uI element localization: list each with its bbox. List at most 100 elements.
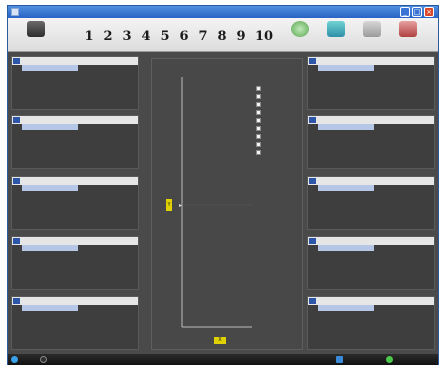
column-set: [398, 58, 414, 64]
cursor-marker: ▸: [179, 202, 183, 209]
legend-item-5[interactable]: [256, 117, 302, 124]
column-state: [414, 58, 434, 64]
legend-checkbox[interactable]: [256, 118, 261, 123]
connect-button[interactable]: [16, 20, 56, 50]
station-tab-7[interactable]: 7: [194, 26, 212, 48]
legend-checkbox[interactable]: [256, 126, 261, 131]
column-temp: [376, 178, 398, 184]
panel-row[interactable]: [22, 65, 78, 71]
column-temp: [80, 117, 102, 123]
station-panel-right-4[interactable]: [307, 236, 435, 290]
panel-row[interactable]: [318, 65, 374, 71]
column-set: [398, 117, 414, 123]
chart-button[interactable]: [318, 20, 354, 50]
panel-header: [308, 177, 434, 185]
panel-row[interactable]: [22, 305, 78, 311]
legend-checkbox[interactable]: [256, 94, 261, 99]
station-tab-2[interactable]: 2: [99, 26, 117, 48]
column-set: [398, 298, 414, 304]
start-label: [282, 39, 318, 45]
column-set: [398, 238, 414, 244]
toolbar: 1 2 3 4 5 6 7 8 9 10: [8, 18, 438, 52]
panel-header: [12, 177, 138, 185]
station-tabs: 1 2 3 4 5 6 7 8 9 10: [80, 26, 278, 48]
column-temp: [80, 58, 102, 64]
start-button[interactable]: [282, 20, 318, 50]
panel-number: [309, 178, 316, 184]
station-panel-left-2[interactable]: [11, 115, 139, 169]
station-tab-10[interactable]: 10: [252, 26, 276, 48]
panel-row[interactable]: [22, 185, 78, 191]
station-panel-right-3[interactable]: [307, 176, 435, 230]
station-tab-4[interactable]: 4: [137, 26, 155, 48]
panel-number: [13, 117, 20, 123]
legend-checkbox[interactable]: [256, 86, 261, 91]
station-panel-left-3[interactable]: [11, 176, 139, 230]
legend-item-7[interactable]: [256, 133, 302, 140]
panel-row[interactable]: [318, 245, 374, 251]
title-bar[interactable]: _ □ ×: [8, 6, 438, 18]
panel-row[interactable]: [22, 124, 78, 130]
legend-item-3[interactable]: [256, 101, 302, 108]
legend-item-6[interactable]: [256, 125, 302, 132]
exit-button[interactable]: [390, 20, 426, 50]
legend-item-8[interactable]: [256, 141, 302, 148]
column-set: [102, 178, 118, 184]
station-tab-5[interactable]: 5: [156, 26, 174, 48]
column-set: [102, 117, 118, 123]
chart-area[interactable]: ▸ Y X: [151, 58, 303, 350]
station-tab-9[interactable]: 9: [232, 26, 250, 48]
station-tab-6[interactable]: 6: [175, 26, 193, 48]
status-bar: [8, 354, 438, 365]
connector-icon: [27, 21, 45, 37]
indicator-a-icon: [336, 356, 343, 363]
panel-number: [13, 178, 20, 184]
station-panel-left-5[interactable]: [11, 296, 139, 350]
station-panel-right-5[interactable]: [307, 296, 435, 350]
column-state: [118, 178, 138, 184]
station-panel-left-1[interactable]: [11, 56, 139, 110]
legend-checkbox[interactable]: [256, 110, 261, 115]
panel-row[interactable]: [22, 245, 78, 251]
panel-row[interactable]: [318, 124, 374, 130]
column-set: [102, 298, 118, 304]
connection-icon: [40, 356, 47, 363]
column-name: [24, 58, 78, 64]
legend-checkbox[interactable]: [256, 134, 261, 139]
column-state: [118, 298, 138, 304]
legend-checkbox[interactable]: [256, 102, 261, 107]
legend-checkbox[interactable]: [256, 150, 261, 155]
station-panel-left-4[interactable]: [11, 236, 139, 290]
column-set: [102, 58, 118, 64]
column-name: [24, 238, 78, 244]
panel-number: [13, 238, 20, 244]
legend-item-2[interactable]: [256, 93, 302, 100]
maximize-button[interactable]: □: [412, 7, 422, 17]
column-temp: [376, 298, 398, 304]
legend-item-9[interactable]: [256, 149, 302, 156]
station-panel-right-2[interactable]: [307, 115, 435, 169]
setup-button[interactable]: [354, 20, 390, 50]
column-name: [320, 58, 374, 64]
panel-header: [308, 116, 434, 124]
minimize-button[interactable]: _: [400, 7, 410, 17]
globe-icon[interactable]: [11, 356, 18, 363]
panel-row[interactable]: [318, 305, 374, 311]
station-tab-3[interactable]: 3: [118, 26, 136, 48]
station-tab-1[interactable]: 1: [80, 26, 98, 48]
panel-header: [308, 237, 434, 245]
start-icon: [291, 21, 309, 37]
legend-item-1[interactable]: [256, 85, 302, 92]
column-name: [320, 238, 374, 244]
legend-checkbox[interactable]: [256, 142, 261, 147]
station-tab-8[interactable]: 8: [213, 26, 231, 48]
close-button[interactable]: ×: [424, 7, 434, 17]
panel-row[interactable]: [318, 185, 374, 191]
panel-header: [308, 57, 434, 65]
station-panel-right-1[interactable]: [307, 56, 435, 110]
panel-number: [309, 117, 316, 123]
legend-item-4[interactable]: [256, 109, 302, 116]
panel-header: [12, 297, 138, 305]
setup-label: [354, 39, 390, 45]
chart-icon: [327, 21, 345, 37]
